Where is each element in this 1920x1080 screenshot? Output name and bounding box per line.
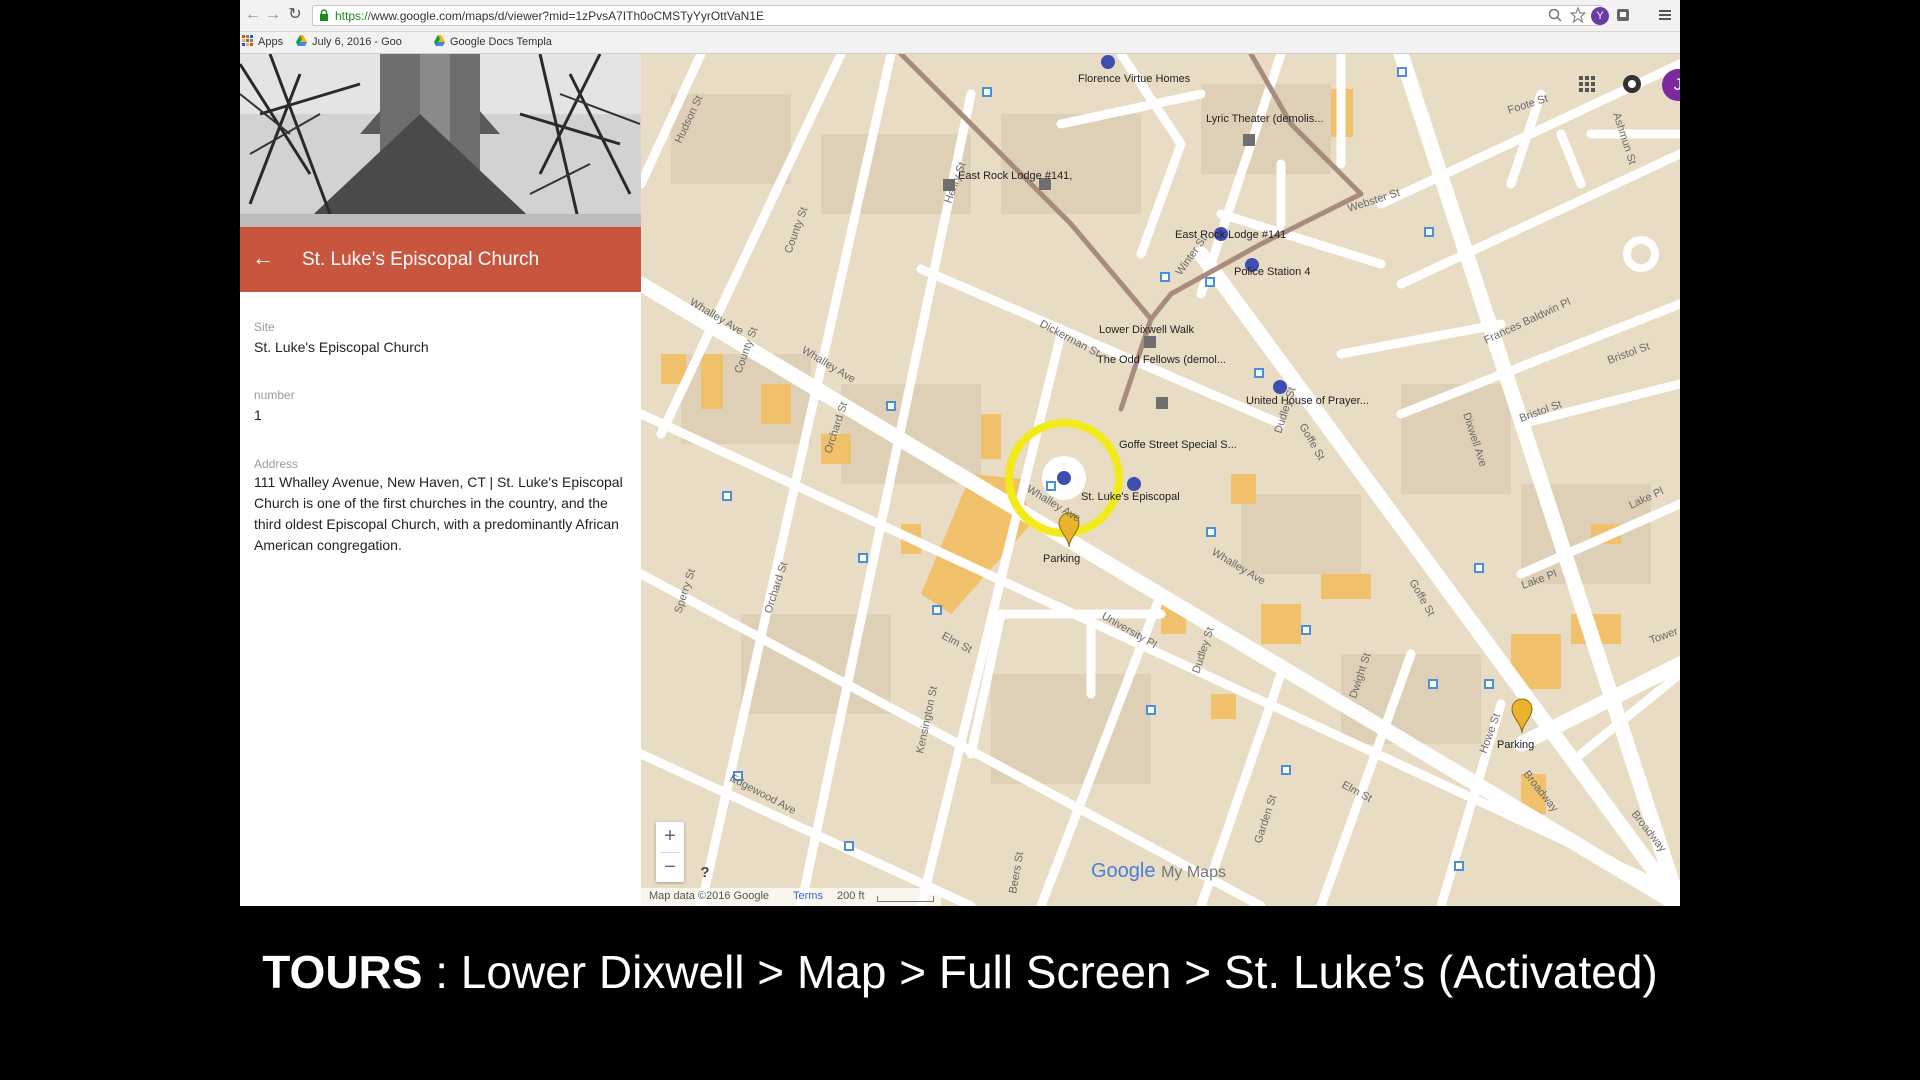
menu-icon[interactable] <box>1659 9 1671 21</box>
browser-toolbar: ← → ↻ https://www.google.com/maps/d/view… <box>240 0 1680 32</box>
caption-rest: : Lower Dixwell > Map > Full Screen > St… <box>422 946 1658 998</box>
zoom-icon[interactable] <box>1548 8 1562 22</box>
map-attribution: Map data ©2016 Google Terms 200 ft <box>641 888 941 906</box>
bookmark-july[interactable]: July 6, 2016 - Goo <box>296 35 402 48</box>
field-value-site: St. Luke's Episcopal Church <box>254 339 429 355</box>
field-label-address: Address <box>254 457 299 471</box>
back-arrow-icon[interactable]: ← <box>252 247 274 269</box>
google-my-maps-logo: Google My Maps <box>1091 860 1226 883</box>
apps-icon <box>242 35 253 46</box>
slide-caption: TOURS : Lower Dixwell > Map > Full Scree… <box>0 945 1920 999</box>
logo-google-text: Google <box>1091 860 1156 882</box>
label-parking-2: Parking <box>1497 739 1534 751</box>
zoom-in-button[interactable]: + <box>656 822 684 851</box>
url-path: www.google.com/maps/d/viewer?mid=1zPvsA7… <box>371 9 764 23</box>
field-value-address: 111 Whalley Avenue, New Haven, CT | St. … <box>254 474 623 553</box>
label-united-house: United House of Prayer... <box>1246 395 1369 407</box>
field-label-site: Site <box>254 320 275 334</box>
scale-bar <box>877 896 934 902</box>
zoom-out-button[interactable]: − <box>656 853 684 882</box>
terms-link[interactable]: Terms <box>793 890 823 902</box>
extension-icon[interactable] <box>1615 7 1631 23</box>
label-parking-1: Parking <box>1043 553 1080 565</box>
selected-marker[interactable] <box>1057 471 1071 485</box>
place-photo <box>240 54 641 227</box>
map-canvas[interactable]: Florence Virtue Homes Lyric Theater (dem… <box>641 54 1680 906</box>
reload-icon[interactable]: ↻ <box>286 6 304 24</box>
label-st-lukes: St. Luke's Episcopal <box>1081 491 1180 503</box>
bookmark-templates[interactable]: Google Docs Templa <box>434 35 552 48</box>
help-button[interactable]: ? <box>694 862 716 884</box>
caption-bold: TOURS <box>262 946 423 998</box>
bookmarks-bar: Apps July 6, 2016 - Goo Google Docs Temp… <box>240 32 1680 54</box>
place-details-panel: ← St. Luke's Episcopal Church Site St. L… <box>240 54 642 906</box>
field-value-number: 1 <box>254 407 262 423</box>
label-odd-fellows: The Odd Fellows (demol... <box>1097 354 1226 366</box>
place-header: ← St. Luke's Episcopal Church <box>240 227 641 292</box>
zoom-control: + − <box>656 822 684 882</box>
back-icon[interactable]: ← <box>244 6 262 24</box>
label-east-rock-lodge-1: East Rock Lodge #141, <box>958 170 1072 182</box>
bookmark-label: Google Docs Templa <box>450 36 552 48</box>
bookmark-label: July 6, 2016 - Goo <box>312 36 402 48</box>
logo-mymaps-text: My Maps <box>1161 864 1226 881</box>
label-east-rock-lodge-2: East Rock Lodge #141 <box>1175 229 1286 241</box>
drive-icon <box>296 35 307 46</box>
attribution-text: Map data ©2016 Google <box>649 890 770 902</box>
lock-icon <box>320 9 328 21</box>
profile-avatar[interactable]: Y <box>1591 7 1609 25</box>
label-police-station: Police Station 4 <box>1234 266 1310 278</box>
forward-icon[interactable]: → <box>264 6 282 24</box>
bookmark-apps[interactable]: Apps <box>242 35 283 48</box>
label-goffe-street: Goffe Street Special S... <box>1119 439 1237 451</box>
label-lower-dixwell-walk: Lower Dixwell Walk <box>1099 324 1194 336</box>
bookmark-label: Apps <box>258 36 284 48</box>
scale-text: 200 ft <box>837 890 865 902</box>
drive-icon <box>434 35 445 46</box>
notifications-icon[interactable] <box>1622 74 1642 94</box>
label-lyric-theater: Lyric Theater (demolis... <box>1206 113 1323 125</box>
url-input[interactable]: https://www.google.com/maps/d/viewer?mid… <box>312 5 1602 26</box>
star-icon[interactable] <box>1570 7 1586 23</box>
place-title: St. Luke's Episcopal Church <box>302 249 540 270</box>
label-florence-virtue: Florence Virtue Homes <box>1078 73 1191 85</box>
apps-grid-icon[interactable] <box>1579 76 1595 92</box>
screen-recording: ← → ↻ https://www.google.com/maps/d/view… <box>240 0 1680 906</box>
url-protocol: https:// <box>335 9 372 23</box>
field-label-number: number <box>254 388 295 402</box>
